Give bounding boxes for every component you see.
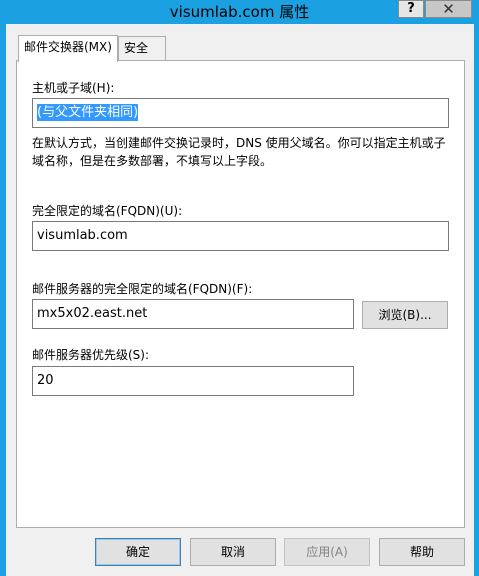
properties-dialog: visumlab.com 属性 ? ✕ 邮件交换器(MX) 安全 主机或子域(H… [0,0,479,576]
help-button[interactable]: 帮助 [379,538,465,566]
host-input-value: (与父文件夹相同) [37,104,139,121]
mail-server-input[interactable]: mx5x02.east.net [32,299,354,329]
apply-button[interactable]: 应用(A) [284,538,370,566]
browse-button[interactable]: 浏览(B)... [362,301,448,329]
host-label: 主机或子域(H): [32,81,115,95]
priority-label: 邮件服务器优先级(S): [32,348,150,362]
mail-server-label: 邮件服务器的完全限定的域名(FQDN)(F): [32,282,253,296]
priority-input[interactable]: 20 [32,366,354,396]
description-text: 在默认方式，当创建邮件交换记录时，DNS 使用父域名。你可以指定主机或子域名称，… [32,136,446,168]
host-input[interactable]: (与父文件夹相同) [32,98,449,128]
ok-button[interactable]: 确定 [95,538,181,566]
fqdn-input[interactable]: visumlab.com [32,221,449,251]
cancel-button[interactable]: 取消 [190,538,276,566]
fqdn-label: 完全限定的域名(FQDN)(U): [32,204,183,218]
